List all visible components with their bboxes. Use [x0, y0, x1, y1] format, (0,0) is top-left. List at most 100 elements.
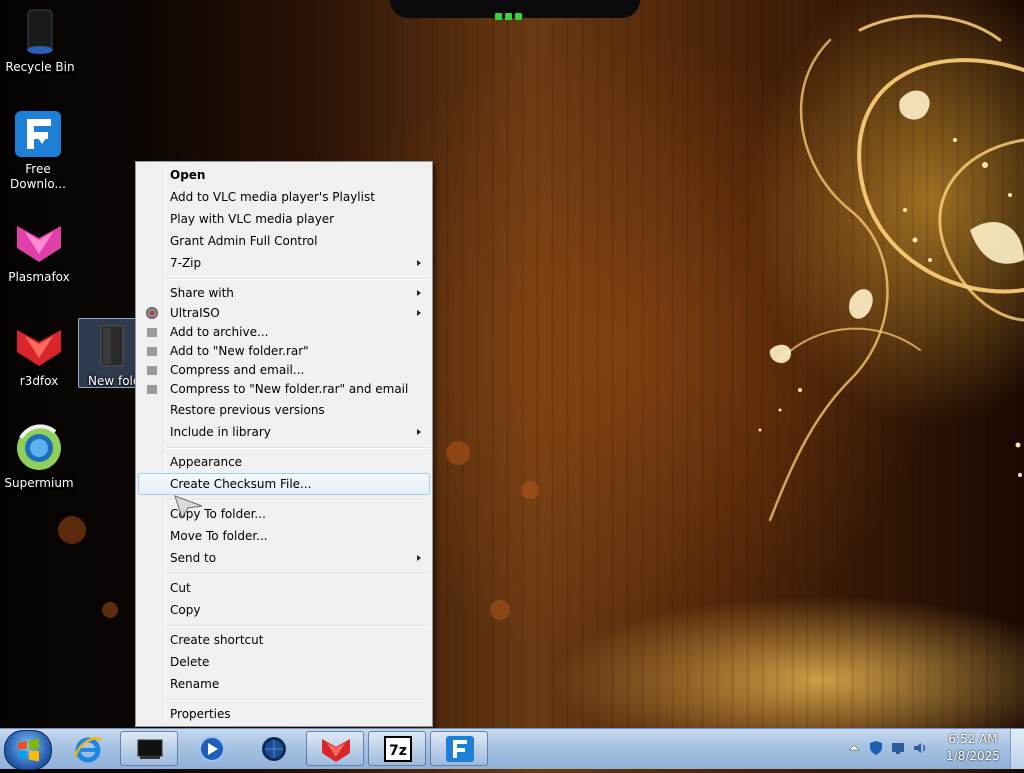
submenu-arrow-icon — [417, 260, 421, 266]
7zip-icon: 7z — [384, 736, 412, 762]
mouse-cursor-icon — [174, 495, 203, 520]
menu-item-label: Play with VLC media player — [170, 212, 335, 226]
menu-item-rename[interactable]: Rename — [138, 673, 430, 695]
desktop-icon-free-download-manager[interactable]: Free Downlo... — [0, 110, 76, 192]
menu-item-add-to-archive[interactable]: Add to archive... — [138, 323, 430, 342]
clock-date: 1/8/2025 — [946, 749, 1000, 763]
menu-item-label: Open — [170, 168, 206, 182]
desktop-icon-label: Supermium — [4, 476, 74, 490]
menu-item-label: Create shortcut — [170, 633, 264, 647]
globe-browser-icon — [262, 737, 286, 761]
menu-item-label: Compress to "New folder.rar" and email — [170, 382, 409, 396]
show-desktop-button[interactable] — [1010, 729, 1024, 769]
menu-item-send-to[interactable]: Send to — [138, 547, 430, 569]
free-download-manager-icon — [446, 736, 474, 762]
desktop-icon-label: r3dfox — [19, 374, 59, 388]
recycle-bin-icon — [16, 8, 64, 56]
menu-item-properties[interactable]: Properties — [138, 703, 430, 725]
submenu-arrow-icon — [417, 290, 421, 296]
submenu-arrow-icon — [417, 429, 421, 435]
menu-item-label: 7-Zip — [170, 256, 202, 270]
taskbar: 7z 6:52 AM 1/8/2025 — [0, 728, 1024, 770]
menu-separator — [166, 699, 428, 701]
desktop-icon-plasmafox[interactable]: Plasmafox — [1, 218, 77, 285]
taskbar-button-media-player[interactable] — [182, 731, 240, 766]
show-hidden-icons-arrow-icon[interactable] — [846, 740, 862, 756]
desktop-icon-label: Free Downlo... — [10, 162, 66, 191]
taskbar-button-free-download-manager[interactable] — [430, 731, 488, 766]
shield-icon[interactable] — [868, 740, 884, 756]
menu-item-label: Properties — [170, 707, 231, 721]
menu-item-compress-to-rar-and-email[interactable]: Compress to "New folder.rar" and email — [138, 380, 430, 399]
menu-item-label: Copy — [170, 603, 201, 617]
menu-item-open[interactable]: Open — [138, 164, 430, 186]
menu-item-label: Send to — [170, 551, 217, 565]
menu-item-label: Add to "New folder.rar" — [170, 344, 309, 358]
menu-item-label: Appearance — [170, 455, 243, 469]
winrar-icon — [147, 366, 157, 375]
menu-item-label: Share with — [170, 286, 234, 300]
svg-text:7z: 7z — [389, 743, 407, 759]
menu-separator — [166, 625, 428, 627]
menu-item-label: Restore previous versions — [170, 403, 325, 417]
menu-item-grant-admin-full-control[interactable]: Grant Admin Full Control — [138, 230, 430, 252]
menu-item-label: Add to archive... — [170, 325, 269, 339]
taskbar-button-window[interactable] — [120, 731, 178, 766]
winrar-icon — [147, 385, 157, 394]
taskbar-button-internet-explorer[interactable] — [58, 731, 116, 766]
menu-item-copy[interactable]: Copy — [138, 599, 430, 621]
menu-item-add-to-vlc-playlist[interactable]: Add to VLC media player's Playlist — [138, 186, 430, 208]
volume-icon[interactable] — [912, 740, 928, 756]
menu-item-label: UltraISO — [170, 306, 220, 320]
taskbar-button-globe-browser[interactable] — [244, 731, 302, 766]
menu-item-7zip[interactable]: 7-Zip — [138, 252, 430, 274]
winrar-icon — [147, 328, 157, 337]
menu-separator — [166, 499, 428, 501]
free-download-manager-icon — [14, 110, 62, 158]
folder-icon — [87, 322, 135, 370]
menu-item-compress-and-email[interactable]: Compress and email... — [138, 361, 430, 380]
menu-item-include-in-library[interactable]: Include in library — [138, 421, 430, 443]
menu-item-move-to-folder[interactable]: Move To folder... — [138, 525, 430, 547]
menu-item-label: Rename — [170, 677, 220, 691]
menu-separator — [166, 447, 428, 449]
window-icon — [137, 739, 163, 759]
menu-item-label: Cut — [170, 581, 191, 595]
menu-item-label: Move To folder... — [170, 529, 268, 543]
submenu-arrow-icon — [417, 555, 421, 561]
desktop-icon-recycle-bin[interactable]: Recycle Bin — [2, 8, 78, 75]
menu-item-appearance[interactable]: Appearance — [138, 451, 430, 473]
desktop-icon-label: Recycle Bin — [5, 60, 75, 74]
menu-item-restore-previous-versions[interactable]: Restore previous versions — [138, 399, 430, 421]
windows-logo-icon — [18, 738, 39, 762]
menu-separator — [166, 573, 428, 575]
menu-item-label: Include in library — [170, 425, 271, 439]
start-button[interactable] — [4, 730, 52, 770]
menu-item-play-with-vlc[interactable]: Play with VLC media player — [138, 208, 430, 230]
internet-explorer-icon — [73, 737, 103, 763]
menu-item-share-with[interactable]: Share with — [138, 282, 430, 304]
desktop-icon-label: Plasmafox — [8, 270, 70, 284]
taskbar-button-r3dfox[interactable] — [306, 731, 364, 766]
r3dfox-icon — [322, 739, 350, 762]
menu-item-delete[interactable]: Delete — [138, 651, 430, 673]
menu-item-add-to-new-folder-rar[interactable]: Add to "New folder.rar" — [138, 342, 430, 361]
winrar-icon — [147, 347, 157, 356]
menu-item-ultraiso[interactable]: UltraISO — [138, 303, 430, 323]
menu-item-create-checksum-file[interactable]: Create Checksum File... — [138, 473, 430, 495]
r3dfox-icon — [15, 322, 63, 370]
network-icon[interactable] — [890, 740, 906, 756]
ultraiso-icon — [146, 307, 158, 319]
media-player-icon — [199, 736, 225, 762]
menu-item-label: Compress and email... — [170, 363, 305, 377]
wallpaper-top-notch — [390, 0, 640, 20]
menu-item-label: Grant Admin Full Control — [170, 234, 318, 248]
desktop-icon-r3dfox[interactable]: r3dfox — [1, 322, 77, 389]
submenu-arrow-icon — [417, 310, 421, 316]
menu-item-create-shortcut[interactable]: Create shortcut — [138, 629, 430, 651]
taskbar-button-7zip[interactable]: 7z — [368, 731, 426, 766]
menu-item-cut[interactable]: Cut — [138, 577, 430, 599]
desktop-icon-supermium[interactable]: Supermium — [1, 424, 77, 491]
taskbar-clock[interactable]: 6:52 AM 1/8/2025 — [940, 731, 1006, 765]
plasmafox-icon — [15, 218, 63, 266]
